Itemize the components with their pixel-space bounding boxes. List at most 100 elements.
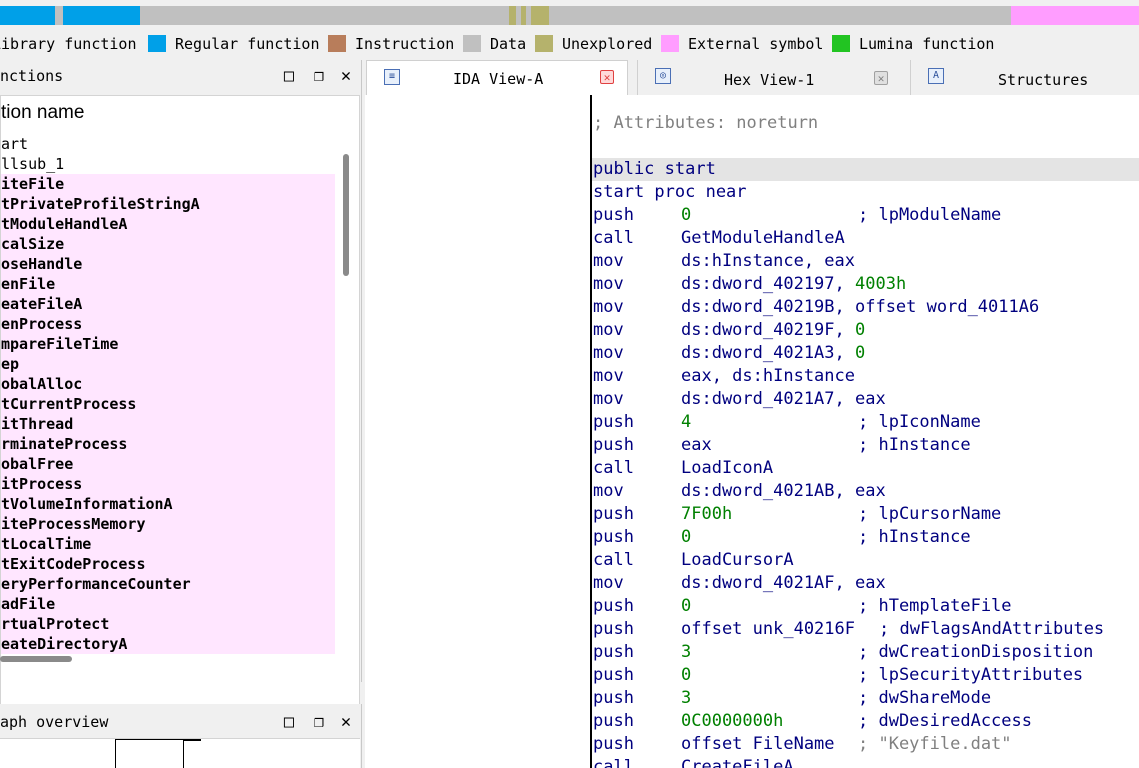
- code-line[interactable]: push 7F00h ; lpCursorName: [592, 503, 1139, 526]
- mnemonic: call: [593, 458, 634, 478]
- functions-panel-title: nctions: [0, 67, 64, 85]
- code-line[interactable]: mov ds:dword_40219B, offset word_4011A6: [592, 296, 1139, 319]
- graph-node[interactable]: [115, 739, 184, 768]
- code-line[interactable]: push 0 ; lpModuleName: [592, 204, 1139, 227]
- function-row[interactable]: tPrivateProfileStringA: [1, 194, 335, 214]
- tab-hex-view-1[interactable]: ◎ Hex View-1 ✕: [637, 60, 909, 95]
- code-line[interactable]: push 3 ; dwCreationDisposition: [592, 641, 1139, 664]
- function-row[interactable]: llsub_1: [1, 154, 335, 174]
- nav-segment-function[interactable]: [0, 6, 55, 25]
- function-row[interactable]: itThread: [1, 414, 335, 434]
- function-row[interactable]: oseHandle: [1, 254, 335, 274]
- graph-overview-panel: aph overview □ ❐ ✕: [0, 704, 362, 768]
- function-row[interactable]: tModuleHandleA: [1, 214, 335, 234]
- operand: ds:dword_4021AF, eax: [681, 573, 886, 593]
- tab-ida-view-a[interactable]: ≡ IDA View-A ✕: [366, 60, 628, 95]
- close-tab-icon[interactable]: ✕: [874, 71, 888, 85]
- function-row[interactable]: eryPerformanceCounter: [1, 574, 335, 594]
- function-row[interactable]: enFile: [1, 274, 335, 294]
- horizontal-scrollbar-thumb[interactable]: [0, 656, 72, 662]
- tab-label: Structures: [998, 71, 1089, 89]
- code-line[interactable]: push 0C0000000h ; dwDesiredAccess: [592, 710, 1139, 733]
- restore-button[interactable]: ❐: [308, 64, 330, 88]
- vertical-scrollbar-thumb[interactable]: [343, 154, 349, 276]
- code-comment: ; hInstance: [858, 435, 971, 455]
- maximize-button[interactable]: □: [278, 710, 300, 734]
- navigation-bar[interactable]: [0, 6, 1139, 25]
- code-line[interactable]: mov ds:dword_402197, 4003h: [592, 273, 1139, 296]
- function-row[interactable]: tExitCodeProcess: [1, 554, 335, 574]
- code-line[interactable]: mov ds:dword_4021AB, eax: [592, 480, 1139, 503]
- function-row[interactable]: art: [1, 134, 335, 154]
- code-line[interactable]: push eax ; hInstance: [592, 434, 1139, 457]
- restore-button[interactable]: ❐: [308, 710, 330, 734]
- code-line-comment[interactable]: ; Attributes: noreturn: [592, 112, 1139, 135]
- code-line[interactable]: mov ds:dword_40219F, 0: [592, 319, 1139, 342]
- function-row[interactable]: itProcess: [1, 474, 335, 494]
- code-line[interactable]: call GetModuleHandleA: [592, 227, 1139, 250]
- code-line-label[interactable]: start proc near: [592, 181, 1139, 204]
- legend-label: Unexplored: [562, 35, 653, 53]
- function-row[interactable]: obalAlloc: [1, 374, 335, 394]
- function-row[interactable]: ep: [1, 354, 335, 374]
- mnemonic: push: [593, 619, 634, 639]
- function-row[interactable]: tLocalTime: [1, 534, 335, 554]
- function-row[interactable]: iteFile: [1, 174, 335, 194]
- function-row[interactable]: rtualProtect: [1, 614, 335, 634]
- close-button[interactable]: ✕: [335, 64, 357, 88]
- code-line[interactable]: push offset unk_40216F ; dwFlagsAndAttri…: [592, 618, 1139, 641]
- graph-overview-canvas[interactable]: [0, 738, 360, 768]
- operand-number: 0: [855, 320, 866, 340]
- code-comment: ; lpCursorName: [858, 504, 1002, 524]
- function-row[interactable]: iteProcessMemory: [1, 514, 335, 534]
- function-row[interactable]: eateDirectoryA: [1, 634, 335, 654]
- disassembly-listing[interactable]: ; Attributes: noreturn public start star…: [592, 95, 1139, 768]
- operand-number: 0: [855, 343, 866, 363]
- mnemonic: mov: [593, 297, 624, 317]
- function-row[interactable]: obalFree: [1, 454, 335, 474]
- code-line[interactable]: push 0 ; hTemplateFile: [592, 595, 1139, 618]
- function-row[interactable]: tCurrentProcess: [1, 394, 335, 414]
- code-comment: ; hInstance: [858, 527, 971, 547]
- ida-view-gutter[interactable]: [365, 95, 590, 768]
- nav-segment-unexplored[interactable]: [509, 6, 516, 25]
- function-row[interactable]: eateFileA: [1, 294, 335, 314]
- nav-segment-unexplored[interactable]: [521, 6, 526, 25]
- function-row[interactable]: enProcess: [1, 314, 335, 334]
- code-line[interactable]: mov ds:dword_4021AF, eax: [592, 572, 1139, 595]
- code-line[interactable]: push offset FileName ; "Keyfile.dat": [592, 733, 1139, 756]
- code-line[interactable]: push 0 ; hInstance: [592, 526, 1139, 549]
- legend-label: Regular function: [175, 35, 320, 53]
- tab-structures[interactable]: A Structures: [910, 60, 1139, 95]
- mnemonic: mov: [593, 320, 624, 340]
- ida-view-icon: ≡: [384, 69, 400, 85]
- code-line[interactable]: push 4 ; lpIconName: [592, 411, 1139, 434]
- code-line[interactable]: push 3 ; dwShareMode: [592, 687, 1139, 710]
- code-line[interactable]: call CreateFileA: [592, 756, 1139, 768]
- operand: 3: [681, 688, 692, 708]
- navigation-legend: Library function Regular function Instru…: [0, 28, 1139, 60]
- nav-segment-external-symbol[interactable]: [1011, 6, 1139, 25]
- function-row[interactable]: rminateProcess: [1, 434, 335, 454]
- code-line[interactable]: mov eax, ds:hInstance: [592, 365, 1139, 388]
- close-tab-icon[interactable]: ✕: [600, 70, 614, 84]
- code-line[interactable]: push 0 ; lpSecurityAttributes: [592, 664, 1139, 687]
- function-row[interactable]: mpareFileTime: [1, 334, 335, 354]
- nav-segment-function[interactable]: [63, 6, 140, 25]
- code-line-label[interactable]: public start: [592, 158, 1139, 181]
- code-line[interactable]: call LoadIconA: [592, 457, 1139, 480]
- navigation-band[interactable]: [0, 0, 1139, 28]
- function-row[interactable]: tVolumeInformationA: [1, 494, 335, 514]
- function-row[interactable]: calSize: [1, 234, 335, 254]
- code-line[interactable]: mov ds:dword_4021A3, 0: [592, 342, 1139, 365]
- column-header-function-name[interactable]: tion name: [1, 102, 84, 124]
- close-button[interactable]: ✕: [335, 710, 357, 734]
- code-line[interactable]: mov ds:dword_4021A7, eax: [592, 388, 1139, 411]
- nav-segment-unexplored[interactable]: [531, 6, 549, 25]
- code-line[interactable]: mov ds:hInstance, eax: [592, 250, 1139, 273]
- maximize-button[interactable]: □: [278, 64, 300, 88]
- code-line[interactable]: call LoadCursorA: [592, 549, 1139, 572]
- operand: 0: [681, 205, 692, 225]
- functions-list[interactable]: tion name art llsub_1 iteFile tPrivatePr…: [0, 95, 360, 711]
- function-row[interactable]: adFile: [1, 594, 335, 614]
